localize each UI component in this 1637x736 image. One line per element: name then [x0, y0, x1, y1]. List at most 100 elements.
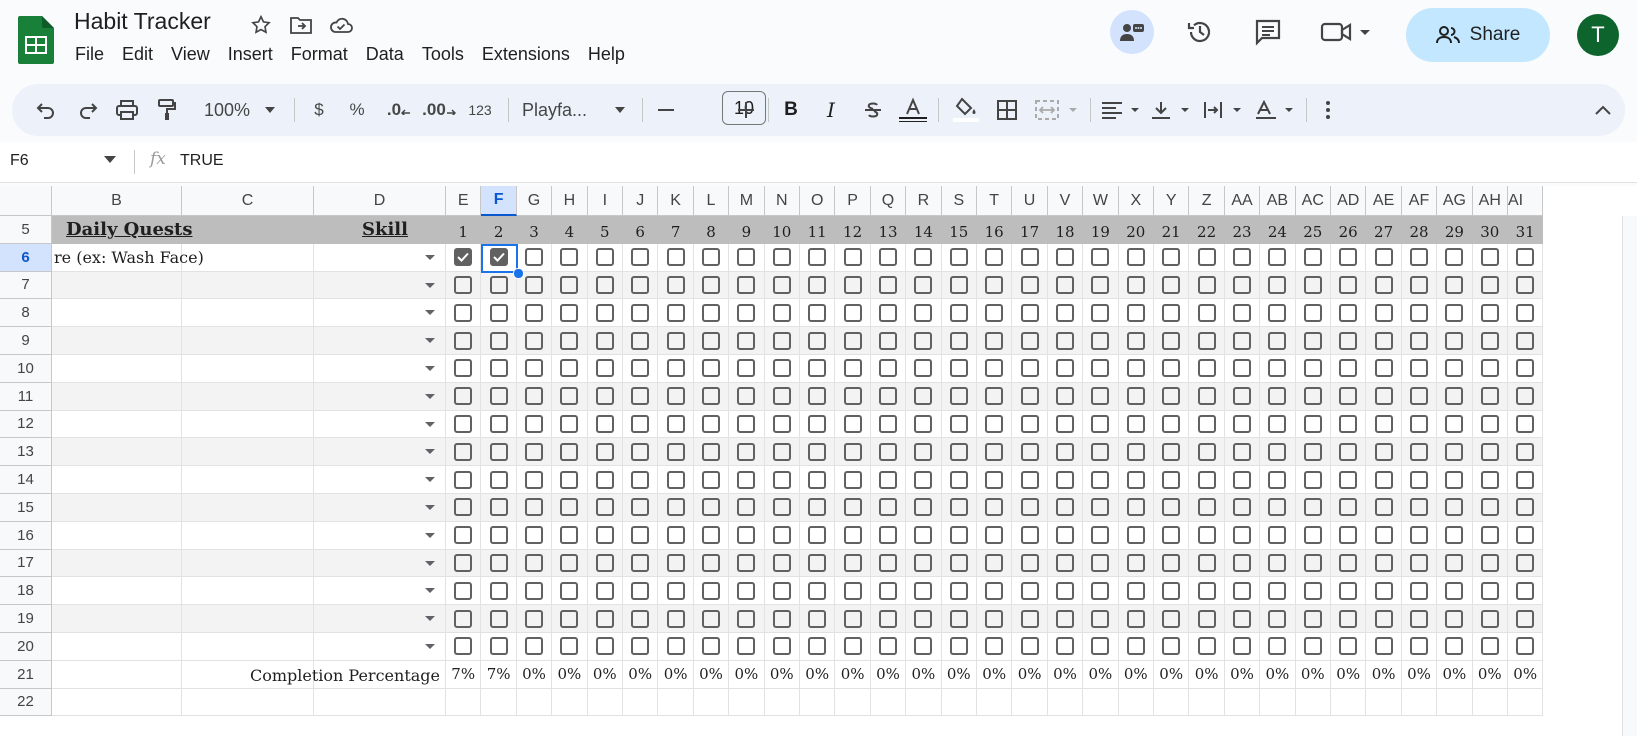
cell-i9[interactable] [587, 327, 623, 355]
row-header-20[interactable]: 20 [0, 633, 52, 661]
checkbox[interactable] [666, 442, 685, 461]
cloud-saved-icon[interactable] [328, 12, 354, 38]
cell-e9[interactable] [446, 327, 482, 355]
checkbox[interactable] [524, 637, 543, 656]
cell-c16[interactable] [182, 521, 314, 550]
checkbox[interactable] [1480, 303, 1499, 322]
cell-ae16[interactable] [1366, 521, 1402, 550]
checkbox[interactable] [1516, 442, 1535, 461]
checkbox[interactable] [1516, 248, 1535, 267]
cell-ae20[interactable] [1366, 633, 1402, 661]
checkbox[interactable] [1374, 359, 1393, 378]
cell-z5[interactable]: 22 [1189, 216, 1225, 244]
checkbox[interactable] [1232, 526, 1251, 545]
checkbox[interactable] [1091, 609, 1110, 628]
cell-l17[interactable] [693, 549, 730, 578]
cell-o5[interactable]: 11 [800, 216, 836, 244]
checkbox[interactable] [454, 553, 473, 572]
cell-k6[interactable] [658, 243, 694, 272]
checkbox[interactable] [560, 581, 579, 600]
column-header-g[interactable]: G [516, 186, 553, 216]
column-header-af[interactable]: AF [1401, 186, 1438, 216]
cell-m9[interactable] [729, 327, 765, 355]
menu-data[interactable]: Data [357, 42, 413, 67]
checkbox[interactable] [454, 303, 473, 322]
cell-t18[interactable] [977, 577, 1013, 606]
checkbox[interactable] [489, 414, 508, 433]
checkbox[interactable] [1480, 248, 1499, 267]
checkbox[interactable] [1091, 387, 1110, 406]
checkbox[interactable] [1232, 275, 1251, 294]
cell-ab14[interactable] [1260, 466, 1296, 494]
cell-w11[interactable] [1083, 382, 1119, 411]
checkbox[interactable] [1445, 498, 1464, 517]
dropdown-chevron-icon[interactable] [425, 505, 435, 510]
cell-n16[interactable] [764, 521, 800, 550]
cell-c11[interactable] [182, 382, 314, 411]
cell-g16[interactable] [516, 521, 553, 550]
checkbox[interactable] [1055, 359, 1074, 378]
checkbox[interactable] [701, 275, 720, 294]
checkbox[interactable] [1445, 414, 1464, 433]
cell-af17[interactable] [1401, 549, 1438, 578]
checkbox[interactable] [1516, 387, 1535, 406]
cell-f15[interactable] [481, 494, 517, 522]
checkbox[interactable] [560, 414, 579, 433]
checkbox[interactable] [1091, 637, 1110, 656]
checkbox[interactable] [1339, 414, 1358, 433]
cell-o17[interactable] [800, 549, 836, 578]
cell-f6[interactable] [481, 243, 517, 272]
checkbox[interactable] [1303, 581, 1322, 600]
cell-ae11[interactable] [1366, 382, 1402, 411]
checkbox[interactable] [1126, 581, 1145, 600]
checkbox[interactable] [1374, 470, 1393, 489]
checkbox[interactable] [1480, 275, 1499, 294]
checkbox[interactable] [631, 526, 650, 545]
checkbox[interactable] [914, 414, 933, 433]
checkbox[interactable] [1445, 387, 1464, 406]
cell-k9[interactable] [658, 327, 694, 355]
checkbox[interactable] [666, 331, 685, 350]
checkbox[interactable] [1126, 498, 1145, 517]
checkbox[interactable] [1268, 470, 1287, 489]
checkbox[interactable] [737, 331, 756, 350]
checkbox[interactable] [1445, 331, 1464, 350]
cell-aa18[interactable] [1224, 577, 1261, 606]
checkbox[interactable] [1445, 526, 1464, 545]
checkbox[interactable] [595, 359, 614, 378]
checkbox[interactable] [878, 526, 897, 545]
checkbox[interactable] [560, 387, 579, 406]
cell-k14[interactable] [658, 466, 694, 494]
checkbox[interactable] [701, 331, 720, 350]
cell-ah20[interactable] [1472, 633, 1508, 661]
cell-aa12[interactable] [1224, 410, 1261, 439]
checkbox[interactable] [701, 414, 720, 433]
checkbox[interactable] [808, 470, 827, 489]
collapse-toolbar-icon[interactable] [1588, 84, 1618, 136]
cell-ai10[interactable] [1508, 355, 1544, 383]
cell-u15[interactable] [1012, 494, 1048, 522]
checkbox[interactable] [985, 359, 1004, 378]
checkbox[interactable] [666, 526, 685, 545]
checkbox[interactable] [985, 275, 1004, 294]
cell-d22[interactable] [314, 688, 446, 717]
checkbox[interactable] [1232, 609, 1251, 628]
cell-t11[interactable] [977, 382, 1013, 411]
cell-v20[interactable] [1047, 633, 1084, 661]
cell-o6[interactable] [800, 243, 836, 272]
checkbox[interactable] [949, 553, 968, 572]
redo-icon[interactable] [74, 84, 102, 136]
checkbox[interactable] [772, 553, 791, 572]
cell-l14[interactable] [693, 466, 730, 494]
checkbox[interactable] [1197, 526, 1216, 545]
cell-p22[interactable] [835, 688, 871, 717]
cell-af10[interactable] [1401, 355, 1438, 383]
cell-r8[interactable] [906, 299, 942, 328]
cell-u21[interactable]: 0% [1012, 660, 1048, 689]
cell-n11[interactable] [764, 382, 800, 411]
checkbox[interactable] [772, 275, 791, 294]
cell-b10[interactable] [52, 355, 182, 383]
cell-af5[interactable]: 28 [1401, 216, 1438, 244]
cell-u12[interactable] [1012, 410, 1048, 439]
checkbox[interactable] [1409, 553, 1428, 572]
